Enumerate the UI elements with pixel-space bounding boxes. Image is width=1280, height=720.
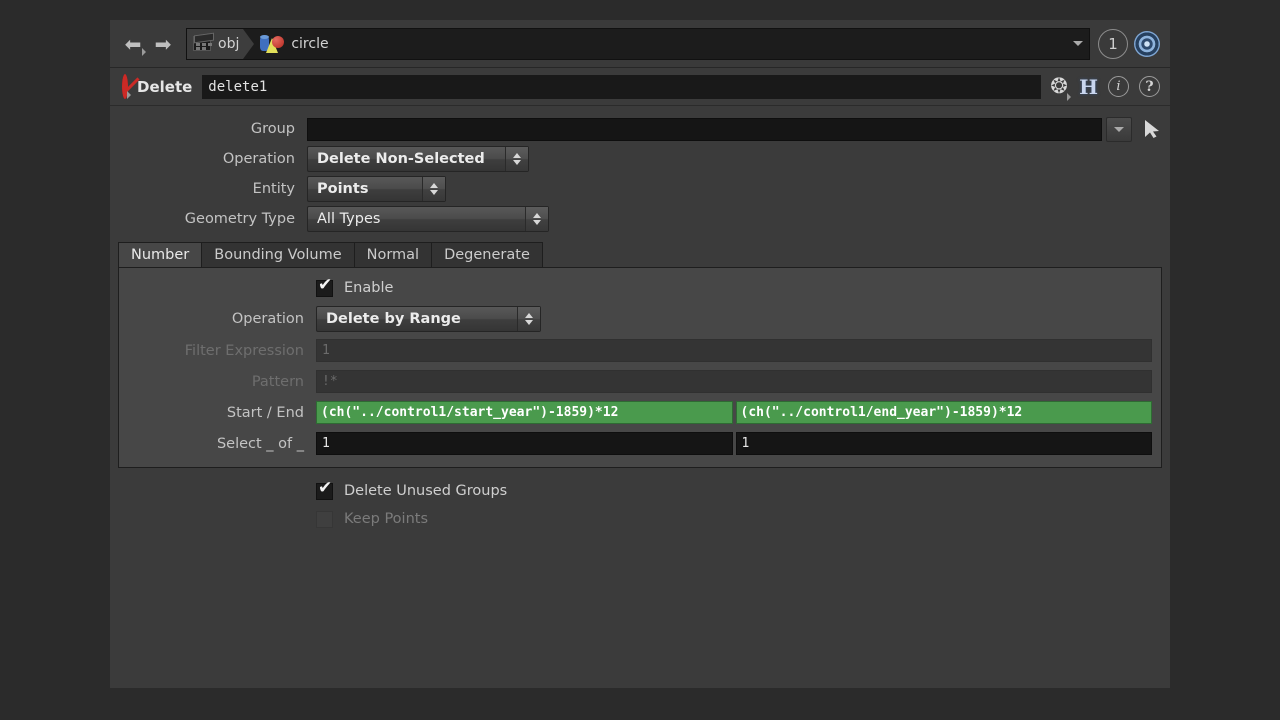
param-row-keep-points: Keep Points xyxy=(110,505,1170,533)
parameter-body: Group Operation Delete Non-Selected Enti… xyxy=(110,106,1170,688)
param-row-start-end: Start / End (ch("../control1/start_year"… xyxy=(119,397,1161,428)
node-header: Delete delete1 ❂ H i ? xyxy=(110,68,1170,106)
tab-bounding-volume[interactable]: Bounding Volume xyxy=(201,242,355,267)
tab-bounding-volume-label: Bounding Volume xyxy=(214,247,342,263)
help-icon[interactable]: ? xyxy=(1139,76,1160,97)
node-type-label: Delete xyxy=(137,77,193,96)
breadcrumb-item-circle[interactable]: circle xyxy=(254,29,332,59)
enable-label: Enable xyxy=(344,280,394,296)
group-dropdown-button[interactable] xyxy=(1106,116,1132,142)
pane-index-badge[interactable]: 1 xyxy=(1098,28,1128,59)
end-expression-input[interactable]: (ch("../control1/end_year")-1859)*12 xyxy=(735,401,1152,424)
tab-degenerate[interactable]: Degenerate xyxy=(431,242,543,267)
tab-normal-label: Normal xyxy=(366,247,420,263)
tab-normal[interactable]: Normal xyxy=(353,242,433,267)
chevron-down-icon xyxy=(1073,41,1083,46)
info-icon[interactable]: i xyxy=(1108,76,1129,97)
breadcrumb-label-circle: circle xyxy=(291,35,329,52)
node-menu-triangle-icon xyxy=(127,91,131,99)
label-select-of: Select _ of _ xyxy=(216,435,304,452)
enable-checkbox[interactable]: ✔ xyxy=(316,274,333,297)
param-row-group: Group xyxy=(110,114,1170,144)
number-operation-menu-value: Delete by Range xyxy=(326,310,461,327)
label-entity: Entity xyxy=(252,181,295,197)
menu-updown-icon xyxy=(422,177,445,201)
param-row-filter-expression: Filter Expression 1 xyxy=(119,335,1161,366)
node-header-icons: ❂ H i ? xyxy=(1041,75,1160,101)
tab-number[interactable]: Number xyxy=(118,242,203,267)
param-row-geometry-type: Geometry Type All Types xyxy=(110,204,1170,234)
param-row-select-of: Select _ of _ 1 1 xyxy=(119,428,1161,459)
circle-sop-icon xyxy=(260,34,285,53)
path-bar: ⬅ ➡ obj circle 1 xyxy=(110,20,1170,68)
param-row-enable: ✔ Enable xyxy=(119,274,1161,302)
cursor-arrow-icon[interactable] xyxy=(1143,119,1161,139)
tab-number-label: Number xyxy=(131,247,190,263)
label-filter-expression: Filter Expression xyxy=(184,342,304,359)
param-row-entity: Entity Points xyxy=(110,174,1170,204)
breadcrumb-item-obj[interactable]: obj xyxy=(187,28,244,59)
tab-strip: Number Bounding Volume Normal Degenerate xyxy=(110,241,1170,267)
number-operation-menu[interactable]: Delete by Range xyxy=(316,305,541,332)
tab-degenerate-label: Degenerate xyxy=(444,247,530,263)
number-tab-panel: ✔ Enable Operation Delete by Range Filte… xyxy=(118,267,1162,468)
select-of-total-input[interactable]: 1 xyxy=(735,432,1152,455)
check-mark-icon: ✔ xyxy=(318,477,333,498)
arrow-left-icon: ⬅ xyxy=(124,31,142,56)
houdini-parameter-pane: ⬅ ➡ obj circle 1 Delete delete1 ❂ H i ? … xyxy=(110,20,1170,688)
geometry-type-menu[interactable]: All Types xyxy=(307,206,549,232)
label-group: Group xyxy=(250,121,295,137)
path-field[interactable]: obj circle xyxy=(186,27,1090,60)
back-history-triangle-icon xyxy=(142,47,146,56)
group-input[interactable] xyxy=(307,117,1102,141)
label-operation: Operation xyxy=(222,151,295,167)
breadcrumb-label-obj: obj xyxy=(218,35,240,52)
menu-updown-icon xyxy=(517,306,540,331)
param-row-pattern: Pattern !* xyxy=(119,366,1161,397)
menu-updown-icon xyxy=(525,207,548,231)
label-pattern: Pattern xyxy=(251,373,304,390)
link-target-icon[interactable] xyxy=(1134,30,1160,57)
param-row-number-operation: Operation Delete by Range xyxy=(119,302,1161,335)
delete-unused-groups-checkbox[interactable]: ✔ xyxy=(316,477,333,500)
keep-points-checkbox[interactable] xyxy=(316,510,333,528)
menu-updown-icon xyxy=(505,147,528,171)
label-geometry-type: Geometry Type xyxy=(184,211,295,227)
keep-points-label: Keep Points xyxy=(344,511,428,527)
bottom-toggles: ✔ Delete Unused Groups Keep Points xyxy=(110,468,1170,533)
node-name-input[interactable]: delete1 xyxy=(202,74,1042,99)
breadcrumb-separator-icon xyxy=(243,28,255,59)
label-start-end: Start / End xyxy=(226,404,304,421)
operation-menu[interactable]: Delete Non-Selected xyxy=(307,146,529,172)
gear-icon[interactable]: ❂ xyxy=(1049,75,1072,101)
houdini-h-icon[interactable]: H xyxy=(1079,77,1098,97)
entity-menu-value: Points xyxy=(317,181,369,197)
check-mark-icon: ✔ xyxy=(318,274,333,295)
object-network-icon xyxy=(193,36,211,51)
nav-back-button[interactable]: ⬅ xyxy=(118,29,148,59)
pattern-input[interactable]: !* xyxy=(316,370,1152,393)
param-row-delete-unused-groups: ✔ Delete Unused Groups xyxy=(110,477,1170,505)
start-expression-input[interactable]: (ch("../control1/start_year")-1859)*12 xyxy=(316,401,733,424)
geometry-type-menu-value: All Types xyxy=(317,211,381,227)
operation-menu-value: Delete Non-Selected xyxy=(317,151,485,167)
nav-forward-button[interactable]: ➡ xyxy=(148,29,178,59)
label-number-operation: Operation xyxy=(231,310,304,327)
param-row-operation: Operation Delete Non-Selected xyxy=(110,144,1170,174)
filter-expression-input[interactable]: 1 xyxy=(316,339,1152,362)
delete-sop-icon-wrap[interactable] xyxy=(122,74,131,99)
select-count-input[interactable]: 1 xyxy=(316,432,733,455)
arrow-right-icon: ➡ xyxy=(154,31,172,56)
delete-unused-groups-label: Delete Unused Groups xyxy=(344,483,508,499)
entity-menu[interactable]: Points xyxy=(307,176,446,202)
path-dropdown-button[interactable] xyxy=(1067,29,1089,59)
chevron-down-icon xyxy=(1114,126,1124,132)
